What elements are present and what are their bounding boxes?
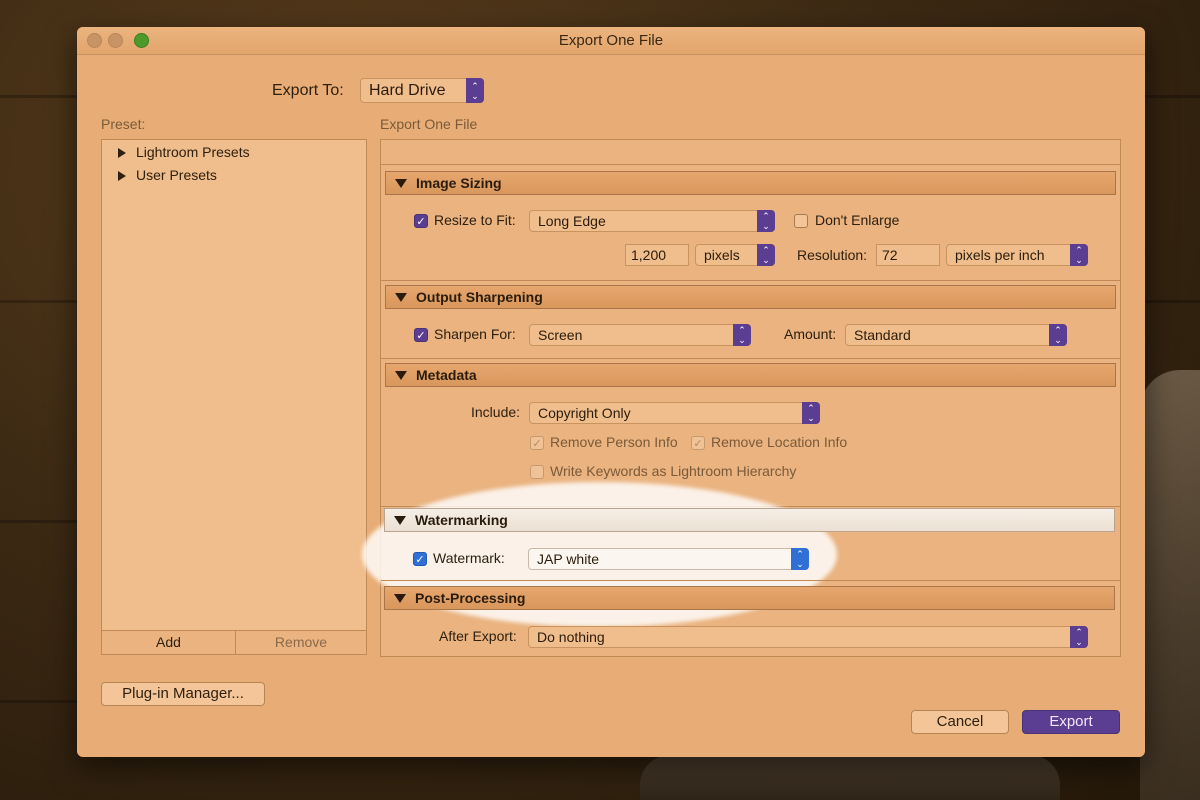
section-header-watermarking[interactable]: Watermarking xyxy=(384,508,1115,532)
preset-label: Preset: xyxy=(101,116,146,132)
export-to-value: Hard Drive xyxy=(369,82,446,99)
stepper-icon: ⌃ ⌄ xyxy=(1049,324,1067,346)
divider xyxy=(381,280,1120,281)
include-label: Include: xyxy=(471,404,521,420)
remove-person-info-checkbox[interactable]: ✓ xyxy=(530,436,544,450)
remove-preset-button[interactable]: Remove xyxy=(236,631,366,654)
section-title: Metadata xyxy=(416,367,477,383)
size-input[interactable]: 1,200 xyxy=(625,244,689,266)
section-header-image-sizing[interactable]: Image Sizing xyxy=(385,171,1116,195)
select-value: pixels per inch xyxy=(955,247,1045,263)
resize-to-fit-label: Resize to Fit: xyxy=(434,212,516,228)
resize-mode-select[interactable]: Long Edge ⌃ ⌄ xyxy=(529,210,775,232)
background-jeans xyxy=(640,755,1060,800)
preset-list[interactable]: Lightroom Presets User Presets xyxy=(101,139,367,631)
remove-location-info-checkbox[interactable]: ✓ xyxy=(691,436,705,450)
panel-header-label: Export One File xyxy=(380,116,478,132)
add-preset-button[interactable]: Add xyxy=(102,631,236,654)
export-to-label: Export To: xyxy=(272,82,344,99)
select-value: JAP white xyxy=(537,551,599,567)
section-title: Watermarking xyxy=(415,512,508,528)
stepper-icon: ⌃ ⌄ xyxy=(733,324,751,346)
stepper-icon: ⌃ ⌄ xyxy=(757,244,775,266)
preset-folder-lightroom[interactable]: Lightroom Presets xyxy=(118,144,250,160)
resolution-input[interactable]: 72 xyxy=(876,244,940,266)
sharpen-for-label: Sharpen For: xyxy=(434,326,516,342)
write-keywords-label: Write Keywords as Lightroom Hierarchy xyxy=(550,463,797,479)
select-value: Copyright Only xyxy=(538,405,631,421)
amount-label: Amount: xyxy=(784,326,837,342)
write-keywords-checkbox[interactable] xyxy=(530,465,544,479)
section-title: Post-Processing xyxy=(415,590,526,606)
dont-enlarge-label: Don't Enlarge xyxy=(815,212,900,228)
metadata-include-select[interactable]: Copyright Only ⌃ ⌄ xyxy=(529,402,820,424)
disclosure-triangle-icon xyxy=(395,293,407,302)
select-value: pixels xyxy=(704,247,740,263)
disclosure-triangle-icon xyxy=(118,171,126,182)
select-value: Do nothing xyxy=(537,629,605,645)
resize-to-fit-checkbox[interactable]: ✓ xyxy=(414,214,428,228)
section-title: Output Sharpening xyxy=(416,289,543,305)
dont-enlarge-checkbox[interactable] xyxy=(794,214,808,228)
export-to-select[interactable]: Hard Drive ⌃ ⌄ xyxy=(360,78,484,103)
remove-person-info-label: Remove Person Info xyxy=(550,434,678,450)
watermark-select[interactable]: JAP white ⌃ ⌄ xyxy=(528,548,809,570)
divider xyxy=(381,164,1120,165)
export-button[interactable]: Export xyxy=(1022,710,1120,734)
remove-location-info-label: Remove Location Info xyxy=(711,434,848,450)
size-unit-select[interactable]: pixels ⌃ ⌄ xyxy=(695,244,775,266)
sharpen-for-checkbox[interactable]: ✓ xyxy=(414,328,428,342)
divider xyxy=(381,580,1120,581)
plugin-manager-button[interactable]: Plug-in Manager... xyxy=(101,682,265,706)
section-header-output-sharpening[interactable]: Output Sharpening xyxy=(385,285,1116,309)
stepper-icon: ⌃ ⌄ xyxy=(791,548,809,570)
window-title: Export One File xyxy=(558,32,664,49)
amount-select[interactable]: Standard ⌃ ⌄ xyxy=(845,324,1067,346)
section-header-post-processing[interactable]: Post-Processing xyxy=(384,586,1115,610)
preset-button-bar: Add Remove xyxy=(101,631,367,655)
select-value: Long Edge xyxy=(538,213,606,229)
watermark-checkbox[interactable]: ✓ xyxy=(413,552,427,566)
preset-folder-label: Lightroom Presets xyxy=(136,144,250,160)
select-value: Standard xyxy=(854,327,911,343)
after-export-label: After Export: xyxy=(439,628,517,644)
preset-folder-label: User Presets xyxy=(136,167,217,183)
watermark-label: Watermark: xyxy=(433,550,505,566)
resolution-label: Resolution: xyxy=(797,247,868,263)
resolution-unit-select[interactable]: pixels per inch ⌃ ⌄ xyxy=(946,244,1088,266)
divider xyxy=(381,358,1120,359)
export-dialog: Export One File Export To: Hard Drive ⌃ ⌄… xyxy=(77,27,1145,757)
disclosure-triangle-icon xyxy=(395,371,407,380)
after-export-select[interactable]: Do nothing ⌃ ⌄ xyxy=(528,626,1088,648)
sharpen-for-select[interactable]: Screen ⌃ ⌄ xyxy=(529,324,751,346)
select-value: Screen xyxy=(538,327,583,343)
disclosure-triangle-icon xyxy=(394,594,406,603)
stepper-icon: ⌃ ⌄ xyxy=(802,402,820,424)
cancel-button[interactable]: Cancel xyxy=(911,710,1009,734)
section-header-metadata[interactable]: Metadata xyxy=(385,363,1116,387)
disclosure-triangle-icon xyxy=(395,179,407,188)
disclosure-triangle-icon xyxy=(394,516,406,525)
stepper-icon: ⌃ ⌄ xyxy=(1070,626,1088,648)
disclosure-triangle-icon xyxy=(118,148,126,159)
background-jeans xyxy=(1140,370,1200,800)
preset-folder-user[interactable]: User Presets xyxy=(118,167,217,183)
title-bar: Export One File xyxy=(77,27,1145,55)
section-title: Image Sizing xyxy=(416,175,502,191)
stepper-icon: ⌃ ⌄ xyxy=(757,210,775,232)
stepper-icon: ⌃ ⌄ xyxy=(466,78,484,103)
stepper-icon: ⌃ ⌄ xyxy=(1070,244,1088,266)
